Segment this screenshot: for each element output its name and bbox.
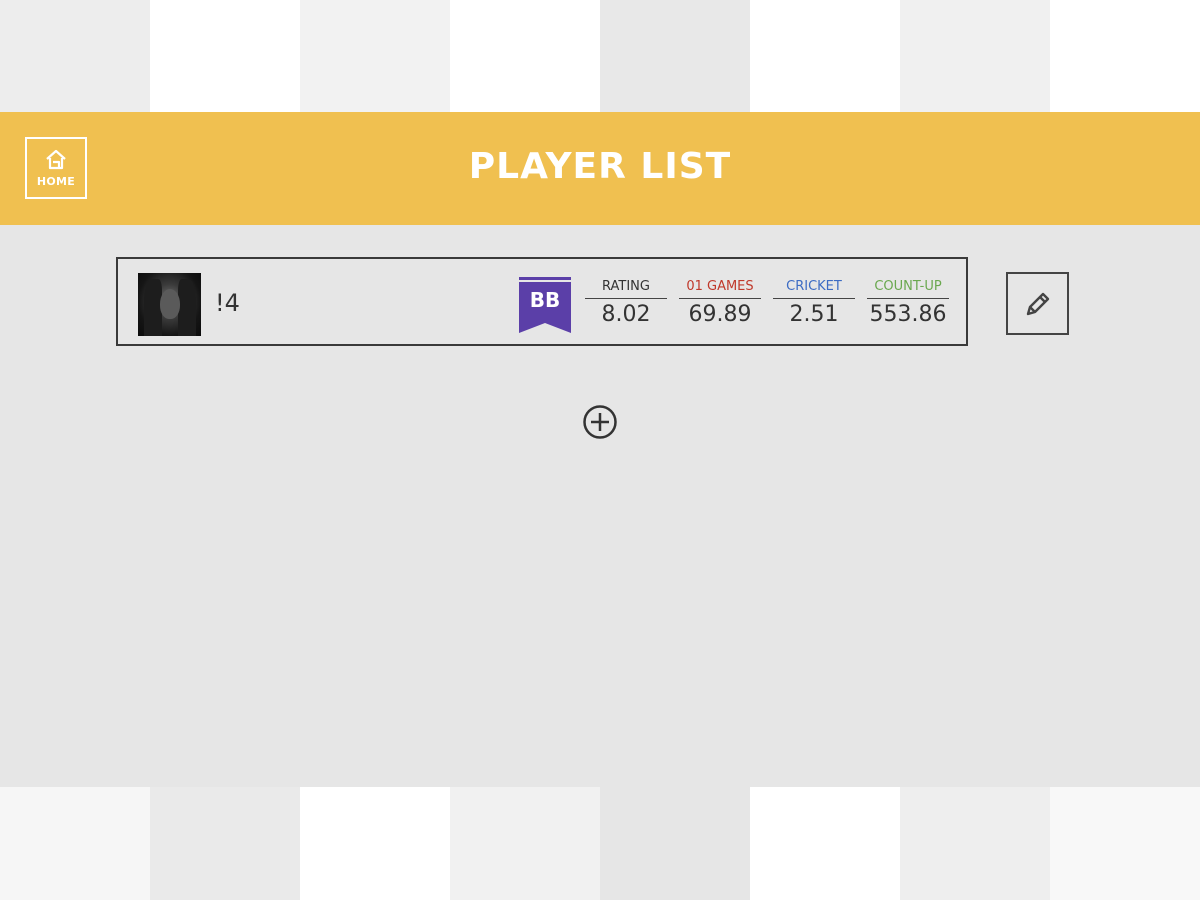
home-button[interactable]: HOME <box>25 137 87 199</box>
rank-label: BB <box>529 288 561 312</box>
plus-circle-icon <box>583 405 617 439</box>
stat-value: 8.02 <box>601 302 651 327</box>
stat-label: 01 GAMES <box>679 277 761 299</box>
player-card[interactable]: !4 BB RATING 8.02 01 GAMES 69.89 CRICKET… <box>116 257 968 346</box>
avatar <box>138 273 201 336</box>
home-icon <box>46 149 66 170</box>
stat-count-up: COUNT-UP 553.86 <box>867 277 949 327</box>
player-list-area: !4 BB RATING 8.02 01 GAMES 69.89 CRICKET… <box>0 225 1200 787</box>
add-player-button[interactable] <box>582 404 618 440</box>
background-pattern-bottom <box>0 787 1200 900</box>
stat-value: 553.86 <box>869 302 947 327</box>
rank-badge: BB <box>519 277 571 333</box>
stat-value: 2.51 <box>789 302 839 327</box>
header-bar: PLAYER LIST HOME <box>0 112 1200 225</box>
pencil-icon <box>1026 292 1049 315</box>
background-pattern-top <box>0 0 1200 112</box>
stat-label: RATING <box>585 277 667 299</box>
stat-label: CRICKET <box>773 277 855 299</box>
player-name: !4 <box>215 289 240 317</box>
edit-player-button[interactable] <box>1006 272 1069 335</box>
stat-cricket: CRICKET 2.51 <box>773 277 855 327</box>
stat-value: 69.89 <box>688 302 752 327</box>
stat-label: COUNT-UP <box>867 277 949 299</box>
stat-01-games: 01 GAMES 69.89 <box>679 277 761 327</box>
page-title: PLAYER LIST <box>468 146 732 187</box>
stat-rating: RATING 8.02 <box>585 277 667 327</box>
home-label: HOME <box>36 175 76 188</box>
app-screen: PLAYER LIST HOME !4 BB RATING 8.02 01 GA… <box>0 0 1200 900</box>
